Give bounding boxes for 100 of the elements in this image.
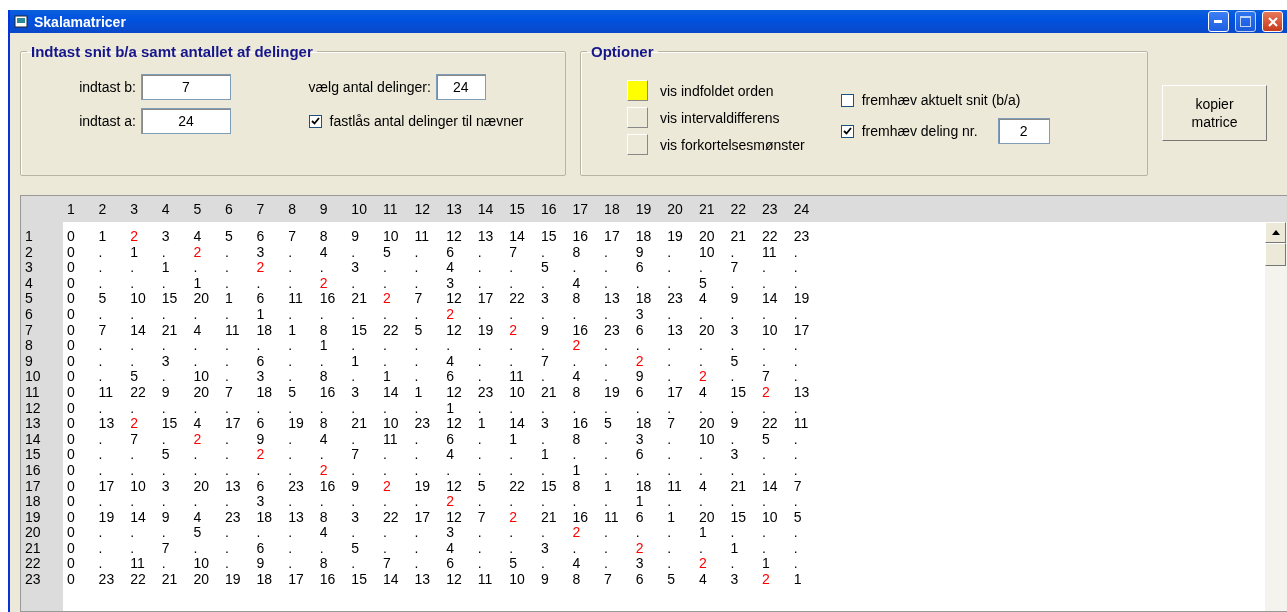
matrix-cell: 4 [698, 291, 707, 307]
toggle-button[interactable] [627, 134, 648, 155]
matrix-cell: . [604, 244, 608, 261]
matrix-cell: 8 [319, 509, 328, 526]
matrix-cell: 19 [224, 572, 241, 588]
matrix-cell: 7 [414, 291, 423, 307]
matrix-cell: 19 [793, 291, 810, 307]
matrix-cell: . [793, 306, 798, 323]
matrix-cell: . [572, 353, 577, 370]
matrix-cell: 2 [256, 447, 265, 463]
matrix-cell: . [793, 244, 798, 261]
matrix-cell: 5 [730, 353, 739, 370]
matrix-cell: 8 [572, 478, 581, 495]
matrix-cell: 4 [572, 556, 581, 573]
toggle-button[interactable] [627, 80, 648, 101]
matrix-cell: . [477, 400, 482, 417]
matrix-cell: 21 [161, 572, 178, 588]
input-field[interactable]: 2 [997, 118, 1050, 144]
matrix-cell: 9 [730, 291, 739, 307]
matrix-cell: 7 [98, 322, 107, 339]
matrix-cell: 6 [256, 478, 265, 495]
matrix-cell: . [540, 525, 545, 541]
matrix-cell: . [319, 353, 324, 370]
matrix-cell: . [98, 260, 103, 276]
matrix-cell: . [730, 306, 735, 323]
matrix-cell: . [793, 369, 798, 385]
matrix-cell: 8 [319, 369, 328, 385]
matrix-cell: 3 [730, 447, 739, 463]
matrix-cell: . [793, 447, 798, 463]
matrix-cell: . [193, 447, 198, 463]
maximize-button[interactable] [1235, 11, 1256, 32]
matrix-cell: . [224, 244, 229, 261]
checkbox[interactable] [840, 93, 854, 107]
copy-matrix-button[interactable]: kopier matrice [1162, 85, 1267, 141]
matrix-cell: 7 [288, 229, 296, 245]
matrix-cell: 17 [667, 384, 683, 401]
toggle-button[interactable] [627, 107, 648, 128]
matrix-cell: . [540, 462, 545, 479]
matrix-cell: 20 [698, 509, 715, 526]
matrix-cell: 8 [319, 416, 328, 432]
input-field[interactable]: 24 [141, 108, 231, 134]
matrix-cell: . [540, 275, 545, 292]
matrix-cell: 0 [67, 525, 75, 541]
matrix-cell: . [667, 338, 672, 354]
checkbox-label: fremhæv deling nr. [861, 123, 978, 139]
matrix-cell: 12 [446, 291, 462, 307]
matrix-cell: . [730, 494, 735, 510]
column-number: 13 [446, 201, 462, 217]
scroll-thumb[interactable] [1265, 243, 1286, 266]
input-field[interactable]: 24 [435, 74, 486, 100]
matrix-cell: 0 [67, 291, 75, 307]
matrix-cell: 4 [446, 353, 454, 370]
matrix-cell: 5 [98, 291, 107, 307]
matrix-cell: 4 [193, 416, 202, 432]
matrix-cell: . [161, 369, 166, 385]
matrix-cell: . [224, 338, 229, 354]
matrix-cell: 11 [509, 369, 524, 385]
matrix-cell: . [635, 462, 640, 479]
matrix-cell: 3 [635, 306, 644, 323]
matrix-cell: 2 [572, 525, 581, 541]
matrix-cell: . [256, 400, 261, 417]
matrix-cell: . [572, 260, 577, 276]
matrix-cell: 15 [161, 416, 178, 432]
matrix-cell: . [698, 462, 703, 479]
input-field[interactable]: 7 [141, 74, 231, 100]
matrix-cell: . [509, 462, 514, 479]
matrix-cell: 0 [67, 322, 75, 339]
matrix-cell: . [540, 369, 545, 385]
matrix-cell: . [161, 494, 166, 510]
checkbox[interactable] [308, 114, 322, 128]
scrollbar[interactable] [1265, 222, 1287, 611]
matrix-cell: . [256, 275, 261, 292]
matrix-cell: . [477, 275, 482, 292]
matrix-cell: 6 [635, 509, 644, 526]
checkbox[interactable] [840, 124, 854, 138]
matrix-cell: . [793, 260, 798, 276]
matrix-cell: 3 [446, 525, 454, 541]
matrix-cell: 5 [382, 244, 391, 261]
matrix-cell: 2 [635, 540, 644, 557]
matrix-cell: 22 [382, 322, 399, 339]
matrix-cell: . [414, 525, 419, 541]
minimize-button[interactable] [1208, 11, 1229, 32]
matrix-cell: . [477, 447, 482, 463]
matrix-cell: . [414, 462, 419, 479]
matrix-cell: 1 [288, 322, 296, 339]
matrix-cell: . [130, 447, 135, 463]
matrix-cell: 7 [509, 244, 518, 261]
matrix-cell: 1 [762, 556, 770, 573]
matrix-cell: 14 [382, 572, 399, 588]
matrix-cell: 13 [414, 572, 431, 588]
scroll-up-button[interactable] [1265, 222, 1286, 243]
matrix-cell: 17 [604, 229, 620, 245]
matrix-cell: . [288, 306, 293, 323]
matrix-cell: 20 [698, 322, 715, 339]
matrix-cell: . [540, 244, 545, 261]
close-button[interactable] [1262, 11, 1283, 32]
matrix-cell: 9 [351, 478, 360, 495]
matrix-cell: . [730, 400, 735, 417]
matrix-cell: 15 [161, 291, 178, 307]
matrix-cell: . [793, 525, 798, 541]
